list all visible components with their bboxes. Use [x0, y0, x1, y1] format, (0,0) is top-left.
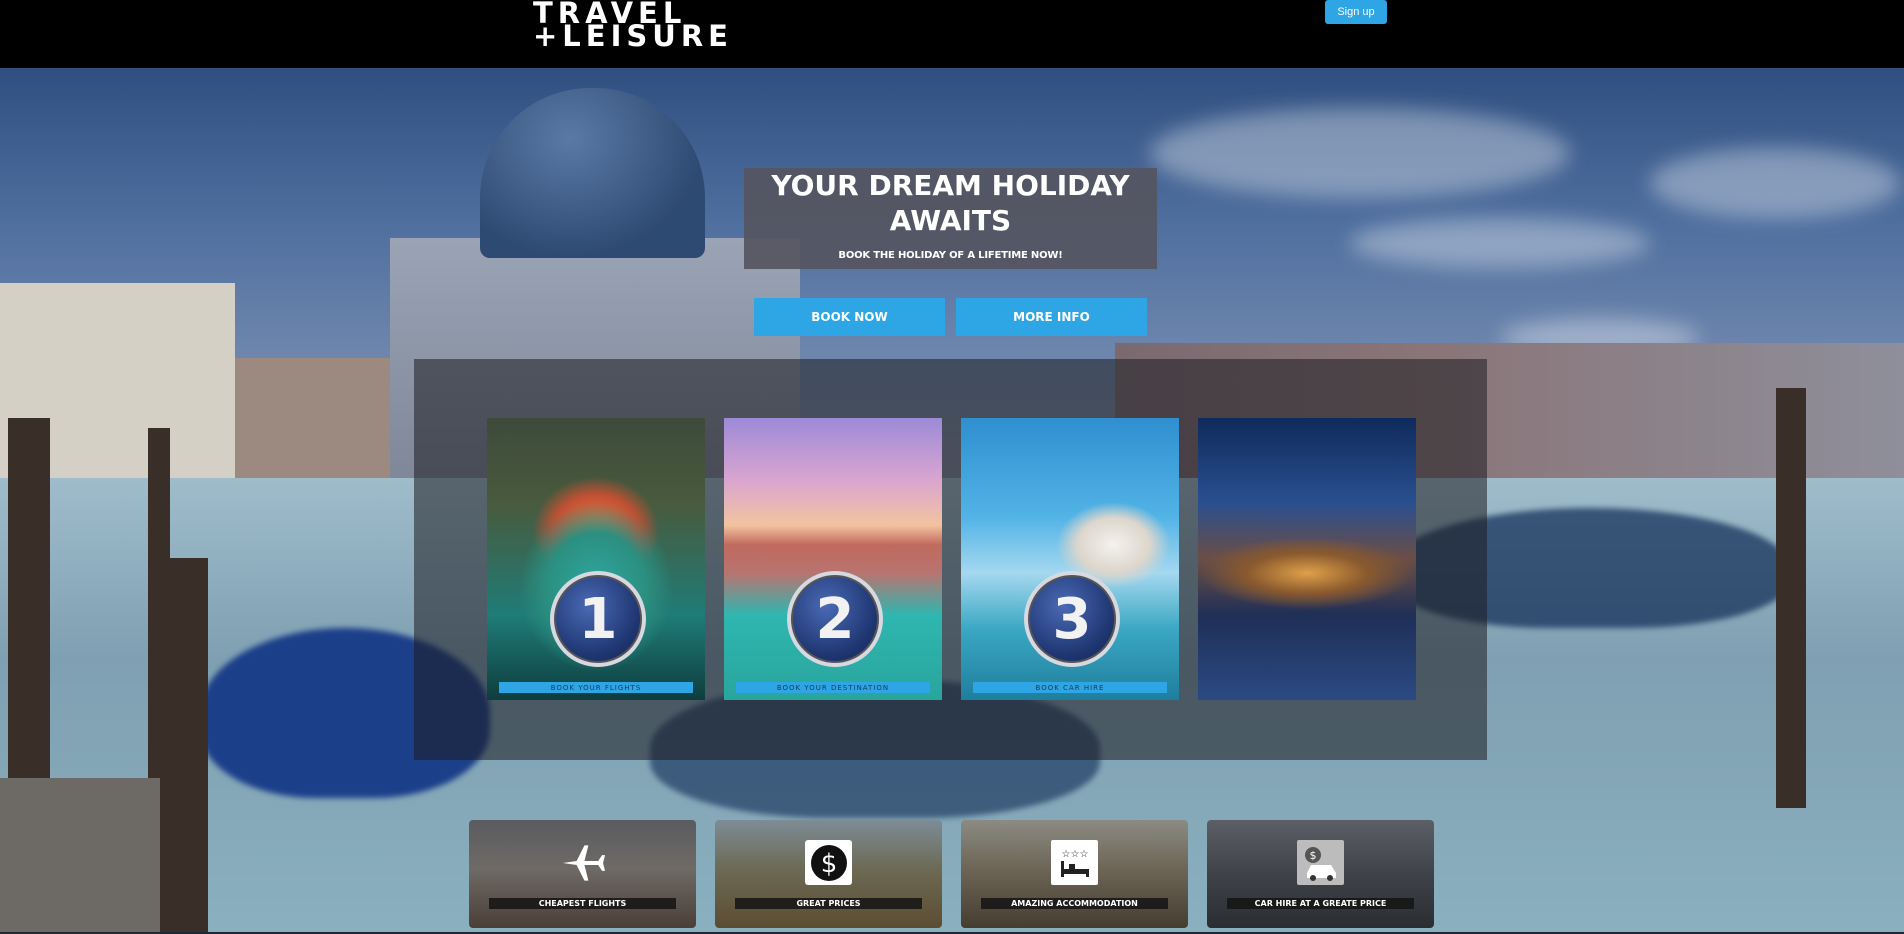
more-info-button[interactable]: MORE INFO [956, 298, 1147, 336]
step-label[interactable]: BOOK CAR HIRE [973, 682, 1167, 693]
feature-label: AMAZING ACCOMMODATION [981, 898, 1168, 909]
step-number-badge: 2 [787, 571, 883, 667]
step-card-destination[interactable]: 2 BOOK YOUR DESTINATION [724, 418, 942, 700]
step-card-car-hire[interactable]: 3 BOOK CAR HIRE [961, 418, 1179, 700]
hotel-bed-icon: ☆☆☆ [1051, 840, 1098, 885]
feature-great-prices[interactable]: $ GREAT PRICES [715, 820, 942, 928]
hero-title: YOUR DREAM HOLIDAY AWAITS [771, 169, 1130, 237]
step-number-badge: 1 [550, 571, 646, 667]
step-number-badge: 3 [1024, 571, 1120, 667]
book-now-button[interactable]: BOOK NOW [754, 298, 945, 336]
svg-text:$: $ [820, 849, 837, 879]
top-navbar: TRAVEL +LEISURE Sign up [0, 0, 1904, 68]
logo-line-2: +LEISURE [533, 19, 733, 53]
dollar-icon: $ [805, 840, 852, 885]
svg-text:$: $ [1309, 849, 1316, 862]
rialto-night-photo [1198, 418, 1416, 700]
hero-banner: YOUR DREAM HOLIDAY AWAITS BOOK THE HOLID… [744, 168, 1157, 269]
step-label[interactable]: BOOK YOUR DESTINATION [736, 682, 930, 693]
airplane-icon [559, 840, 606, 885]
hero-subtitle: BOOK THE HOLIDAY OF A LIFETIME NOW! [838, 250, 1063, 261]
feature-amazing-accommodation[interactable]: ☆☆☆ AMAZING ACCOMMODATION [961, 820, 1188, 928]
feature-label: CHEAPEST FLIGHTS [489, 898, 676, 909]
feature-cheapest-flights[interactable]: CHEAPEST FLIGHTS [469, 820, 696, 928]
step-label[interactable]: BOOK YOUR FLIGHTS [499, 682, 693, 693]
signup-button[interactable]: Sign up [1325, 0, 1387, 24]
feature-car-hire[interactable]: $ CAR HIRE AT A GREATE PRICE [1207, 820, 1434, 928]
travel-leisure-logo[interactable]: TRAVEL +LEISURE [533, 0, 733, 53]
step-card-flights[interactable]: 1 BOOK YOUR FLIGHTS [487, 418, 705, 700]
car-hire-icon: $ [1297, 840, 1344, 885]
svg-text:☆☆☆: ☆☆☆ [1061, 849, 1088, 860]
feature-label: CAR HIRE AT A GREATE PRICE [1227, 898, 1414, 909]
feature-label: GREAT PRICES [735, 898, 922, 909]
